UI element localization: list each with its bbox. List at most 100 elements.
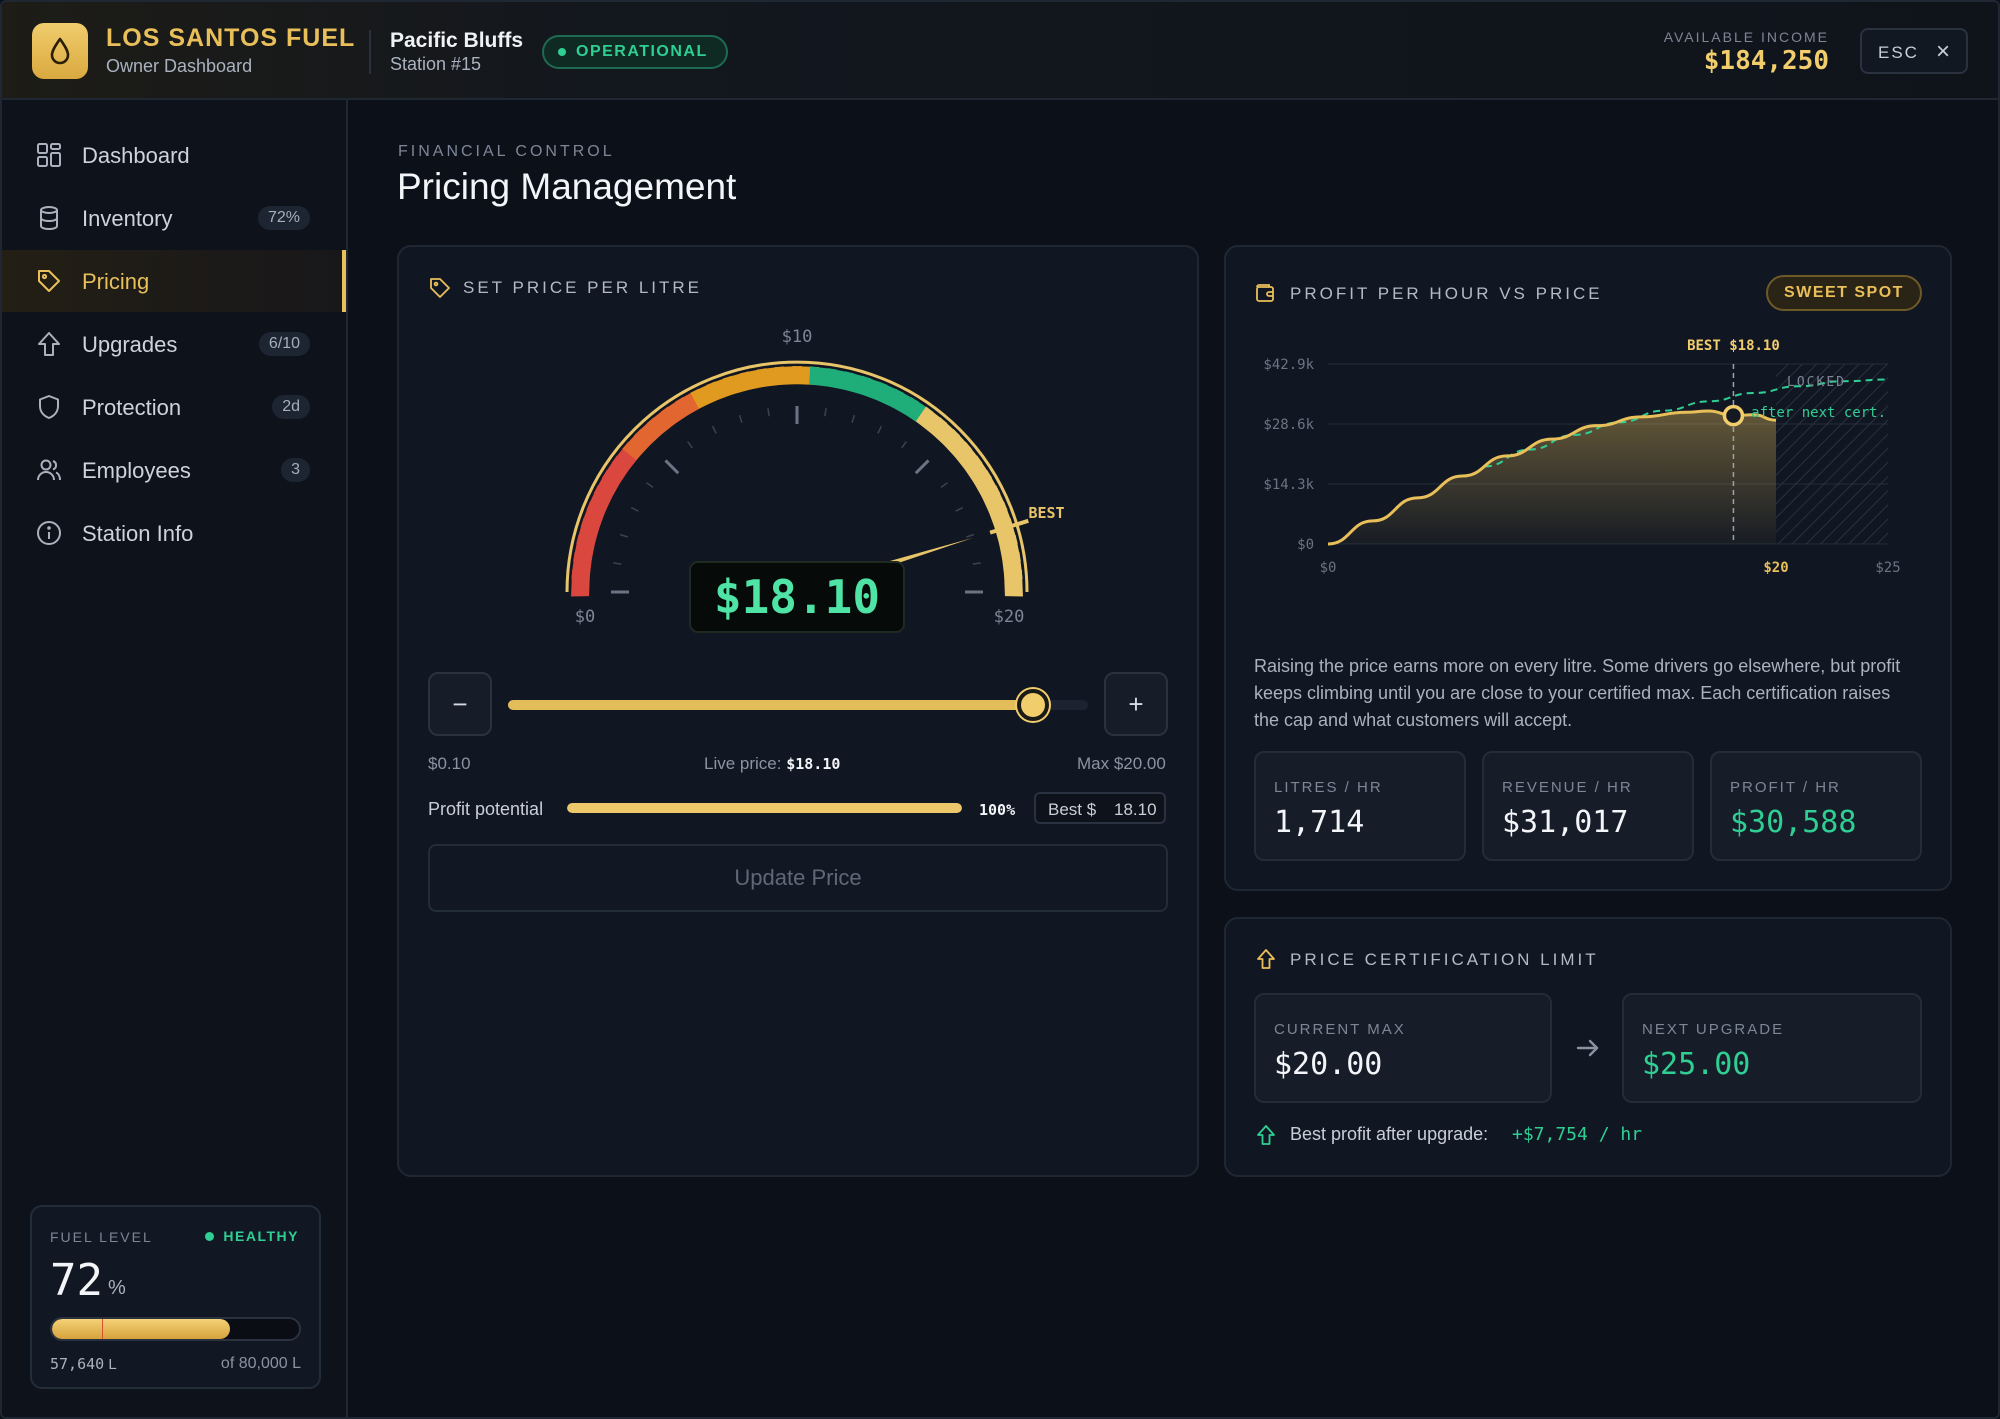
sidebar-item-station-info[interactable]: Station Info (2, 502, 346, 564)
gauge-tick (877, 425, 883, 434)
stat-label: LITRES / HR (1274, 779, 1383, 796)
station-id: Station #15 (390, 54, 482, 74)
status-badge: OPERATIONAL (542, 35, 728, 69)
fuel-litres: 57,640 L (50, 1355, 117, 1373)
gauge-tick (711, 425, 717, 434)
next-upgrade-box: NEXT UPGRADE $25.00 (1622, 993, 1922, 1103)
y-tick-label: $0 (1297, 537, 1314, 553)
upgrades-count-badge: 6/10 (258, 332, 310, 356)
best-price-pill[interactable]: Best $ 18.10 (1034, 792, 1166, 824)
gauge-tick (851, 414, 856, 423)
esc-close-button[interactable]: ESC × (1860, 28, 1968, 74)
header-divider (369, 30, 371, 74)
decrease-price-button[interactable]: − (428, 672, 492, 736)
live-price-label: Live price: (704, 754, 782, 773)
income-value: $184,250 (1703, 46, 1829, 76)
fuel-level-fill (52, 1319, 230, 1339)
sidebar-item-dashboard[interactable]: Dashboard (2, 124, 346, 186)
best-price-point (1722, 404, 1745, 427)
gauge-tick (940, 482, 948, 488)
y-tick-label: $14.3k (1263, 477, 1314, 493)
next-upgrade-value: $25.00 (1642, 1047, 1751, 1082)
stat-value: $30,588 (1730, 805, 1857, 840)
station-name: Pacific Bluffs (390, 29, 524, 52)
sidebar: Dashboard Inventory 72% Pricing Upgrades… (2, 100, 348, 1417)
litres-per-hour-stat: LITRES / HR 1,714 (1254, 751, 1466, 861)
arrow-right-icon (1576, 1039, 1599, 1057)
app-window: LOS SANTOS FUEL Owner Dashboard Pacific … (0, 0, 2000, 1419)
gauge-readout: $18.10 (714, 570, 880, 624)
fuel-capacity: of 80,000 L (220, 1355, 301, 1372)
gauge-tick (646, 482, 654, 488)
y-tick-label: $42.9k (1263, 357, 1314, 373)
profit-area (1328, 410, 1776, 544)
sidebar-item-employees[interactable]: Employees 3 (2, 439, 346, 501)
employees-count-badge: 3 (281, 458, 310, 482)
fuel-litres-value: 57,640 (50, 1355, 105, 1373)
tag-icon (38, 270, 60, 292)
set-price-title: SET PRICE PER LITRE (463, 278, 703, 297)
next-upgrade-label: NEXT UPGRADE (1642, 1021, 1785, 1038)
fuel-low-marker (102, 1319, 103, 1339)
live-price-value: $18.10 (786, 755, 841, 773)
gauge-tick (664, 459, 680, 475)
certification-title: PRICE CERTIFICATION LIMIT (1290, 950, 1599, 969)
grid-icon (37, 143, 61, 167)
profit-chart: BEST $18.10 LOCKED after next cert. $42.… (1263, 338, 1900, 576)
sidebar-item-pricing[interactable]: Pricing (2, 250, 346, 312)
profit-description: Raising the price earns more on every li… (1254, 656, 1901, 730)
arrow-up-icon (38, 332, 60, 356)
revenue-per-hour-stat: REVENUE / HR $31,017 (1482, 751, 1694, 861)
slider-min-label: $0.10 (428, 754, 471, 773)
wallet-icon (1256, 284, 1274, 302)
shield-icon (39, 395, 59, 419)
price-slider-thumb[interactable] (1016, 689, 1049, 721)
sweet-spot-badge: SWEET SPOT (1766, 275, 1922, 311)
slider-max-label: Max $20.00 (1077, 754, 1166, 773)
fuel-level-label: FUEL LEVEL (50, 1229, 153, 1245)
sidebar-item-label: Employees (82, 458, 191, 483)
gauge-tick (824, 408, 827, 417)
fuel-status-badge: HEALTHY (205, 1228, 299, 1244)
protection-count-badge: 2d (272, 395, 310, 419)
inventory-count-badge: 72% (257, 206, 310, 230)
profit-per-hour-stat: PROFIT / HR $30,588 (1710, 751, 1922, 861)
stat-value: 1,714 (1274, 805, 1365, 840)
brand-name: LOS SANTOS FUEL (106, 24, 356, 52)
y-tick-label: $28.6k (1263, 417, 1314, 433)
sidebar-item-protection[interactable]: Protection 2d (2, 376, 346, 438)
arrow-up-icon (1257, 1125, 1275, 1145)
sidebar-item-upgrades[interactable]: Upgrades 6/10 (2, 313, 346, 375)
tag-icon (430, 278, 450, 298)
sidebar-item-inventory[interactable]: Inventory 72% (2, 187, 346, 249)
gauge-tick (914, 459, 930, 475)
gauge-best-label: BEST (1028, 504, 1064, 522)
increase-price-button[interactable]: + (1104, 672, 1168, 736)
profit-potential-fill (567, 803, 962, 813)
gauge-tick (687, 441, 693, 449)
fuel-level-bar (50, 1317, 301, 1341)
gauge-tick (901, 441, 907, 449)
close-icon: × (1936, 38, 1951, 65)
sidebar-item-label: Protection (82, 395, 182, 420)
page-title: Pricing Management (397, 166, 737, 207)
sidebar-item-label: Upgrades (82, 332, 178, 357)
gauge-mid-label: $10 (782, 327, 813, 347)
best-price-value: 18.10 (1114, 800, 1157, 819)
profit-potential-percent: 100% (979, 801, 1016, 819)
sidebar-item-label: Station Info (82, 521, 194, 546)
current-max-box: CURRENT MAX $20.00 (1254, 993, 1552, 1103)
upgrade-profit-value: +$7,754 / hr (1512, 1124, 1643, 1145)
users-icon (37, 459, 61, 481)
brand-subtitle: Owner Dashboard (106, 56, 253, 76)
top-bar: LOS SANTOS FUEL Owner Dashboard Pacific … (2, 2, 1998, 100)
gauge-segment (1003, 569, 1023, 597)
update-price-button[interactable]: Update Price (428, 844, 1168, 912)
stat-label: REVENUE / HR (1502, 779, 1633, 796)
live-price: Live price: $18.10 (704, 754, 840, 774)
price-slider[interactable] (508, 689, 1088, 721)
info-icon (37, 521, 61, 545)
current-max-label: CURRENT MAX (1274, 1021, 1406, 1038)
gauge-tick (613, 562, 622, 565)
gauge-tick (767, 408, 770, 417)
